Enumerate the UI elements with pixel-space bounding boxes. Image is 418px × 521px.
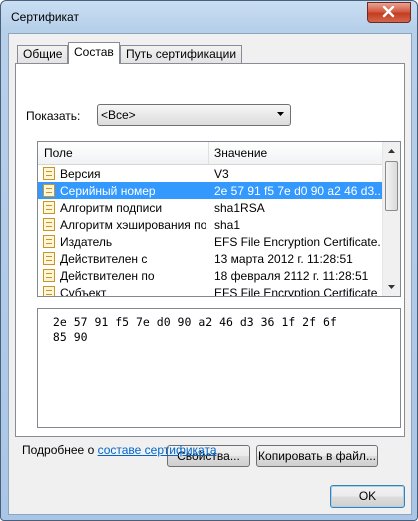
table-row[interactable]: Версия V3: [38, 165, 383, 182]
field-name: Субъект: [60, 286, 107, 297]
table-row[interactable]: Серийный номер 2e 57 91 f5 7e d0 90 a2 46…: [38, 182, 383, 199]
field-value: sha1: [214, 218, 241, 232]
certificate-field-icon: [43, 252, 55, 265]
field-name: Версия: [60, 167, 101, 181]
ok-button[interactable]: OK: [330, 485, 405, 508]
scroll-down-button[interactable]: [384, 279, 399, 295]
field-name: Серийный номер: [60, 184, 156, 198]
arrow-down-icon: [388, 285, 395, 289]
field-value: 13 марта 2012 г. 11:28:51: [214, 252, 353, 266]
field-name: Алгоритм хэширования по...: [60, 218, 206, 232]
field-value: 18 февраля 2112 г. 11:28:51: [214, 269, 369, 283]
tab-general[interactable]: Общие: [17, 45, 69, 63]
certificate-field-icon: [43, 218, 55, 231]
certificate-field-icon: [43, 286, 55, 296]
column-divider: [208, 142, 209, 164]
table-row[interactable]: Алгоритм хэширования по... sha1: [38, 216, 383, 233]
field-value: sha1RSA: [214, 201, 265, 215]
close-icon: [382, 6, 395, 18]
table-row[interactable]: Действителен с 13 марта 2012 г. 11:28:51: [38, 250, 383, 267]
field-name: Действителен по: [60, 269, 155, 283]
certificate-field-icon: [43, 269, 55, 282]
certificate-field-icon: [43, 184, 55, 197]
certificate-dialog: Сертификат Общие Состав Путь сертификаци…: [0, 0, 418, 521]
certificate-field-icon: [43, 201, 55, 214]
field-value: V3: [214, 167, 229, 181]
copy-to-file-button[interactable]: Копировать в файл...: [256, 445, 378, 467]
tab-certification-path[interactable]: Путь сертификации: [120, 45, 243, 63]
scroll-thumb[interactable]: [385, 161, 398, 211]
table-row[interactable]: Алгоритм подписи sha1RSA: [38, 199, 383, 216]
learn-more-prefix: Подробнее о: [22, 443, 98, 457]
learn-more-link[interactable]: составе сертификата: [98, 443, 217, 457]
learn-more-line: Подробнее о составе сертификата: [22, 443, 217, 457]
certificate-field-icon: [43, 235, 55, 248]
field-value-textbox[interactable]: 2e 57 91 f5 7e d0 90 a2 46 d3 36 1f 2f 6…: [37, 308, 401, 428]
field-value: EFS File Encryption Certificate...: [214, 235, 380, 249]
certificate-field-icon: [43, 167, 55, 180]
table-row[interactable]: Действителен по 18 февраля 2112 г. 11:28:…: [38, 267, 383, 284]
arrow-up-icon: [388, 149, 395, 153]
table-row[interactable]: Субъект EFS File Encryption Certificate: [38, 284, 383, 297]
list-header: Поле Значение: [38, 142, 383, 165]
field-name: Алгоритм подписи: [60, 201, 163, 215]
window-title: Сертификат: [11, 10, 79, 24]
show-label: Показать:: [26, 109, 81, 123]
fields-list[interactable]: Поле Значение Версия V3 Серийный номер 2e 5…: [37, 141, 401, 297]
show-filter-value: <Все>: [101, 108, 136, 122]
field-name: Издатель: [60, 235, 113, 249]
field-value: 2e 57 91 f5 7e d0 90 a2 46 d3...: [214, 184, 380, 198]
field-name: Действителен с: [60, 252, 148, 266]
column-header-field[interactable]: Поле: [44, 146, 73, 160]
column-header-value[interactable]: Значение: [214, 146, 267, 160]
vertical-scrollbar[interactable]: [382, 142, 400, 296]
field-value: EFS File Encryption Certificate: [214, 286, 378, 297]
title-bar: Сертификат: [1, 1, 417, 31]
scroll-up-button[interactable]: [384, 143, 399, 159]
show-filter-dropdown[interactable]: <Все>: [97, 104, 291, 126]
close-button[interactable]: [367, 2, 411, 23]
dialog-client-area: Общие Состав Путь сертификации Показать:…: [8, 33, 412, 515]
tab-details[interactable]: Состав: [68, 42, 120, 64]
table-row[interactable]: Издатель EFS File Encryption Certificate.…: [38, 233, 383, 250]
chevron-down-icon: [277, 112, 284, 116]
details-tab-panel: Показать: <Все> Поле Значение Версия V3 Се…: [15, 63, 405, 467]
field-value-text: 2e 57 91 f5 7e d0 90 a2 46 d3 36 1f 2f 6…: [52, 315, 337, 344]
